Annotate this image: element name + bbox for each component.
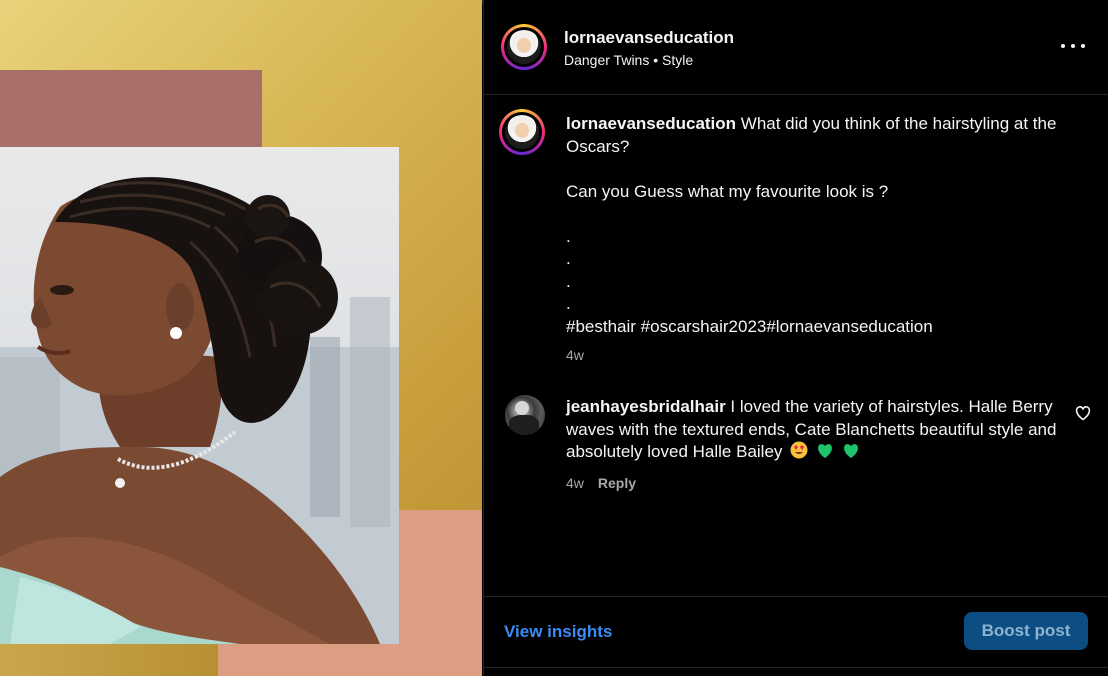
caption-dot: . [566, 226, 571, 246]
caption-author-avatar[interactable] [499, 109, 545, 155]
author-avatar[interactable] [501, 24, 547, 70]
commenter-username[interactable]: jeanhayesbridalhair [566, 397, 726, 416]
comment-meta: 4w Reply [566, 475, 636, 491]
post-caption: lornaevanseducation What did you think o… [566, 113, 1066, 338]
post-header: lornaevanseducation Danger Twins • Style [484, 0, 1108, 95]
caption-dot: . [566, 294, 571, 313]
reply-button[interactable]: Reply [598, 475, 636, 491]
author-username[interactable]: lornaevanseducation [564, 28, 734, 48]
portrait-photo [0, 147, 399, 644]
caption-timestamp[interactable]: 4w [566, 347, 584, 363]
post-audio-info: Danger Twins • Style [564, 52, 693, 68]
comment: jeanhayesbridalhair I loved the variety … [566, 396, 1058, 464]
caption-username[interactable]: lornaevanseducation [566, 114, 736, 133]
commenter-avatar[interactable] [505, 395, 545, 435]
like-comment-heart-icon[interactable] [1074, 405, 1092, 421]
separator: • [653, 52, 659, 68]
more-options-icon[interactable] [1060, 36, 1086, 56]
caption-hashtags[interactable]: #besthair #oscarshair2023#lornaevanseduc… [566, 316, 1066, 339]
view-insights-link[interactable]: View insights [504, 622, 612, 642]
post-details-panel: lornaevanseducation Danger Twins • Style… [483, 0, 1108, 676]
boost-post-button[interactable]: Boost post [964, 612, 1088, 650]
post-footer: View insights Boost post [484, 596, 1108, 668]
green-heart-emoji [843, 444, 858, 458]
comment-timestamp[interactable]: 4w [566, 475, 584, 491]
heart-eyes-emoji [790, 441, 808, 459]
caption-dot: . [566, 249, 571, 268]
post-category[interactable]: Style [662, 52, 693, 68]
caption-line-2: Can you Guess what my favourite look is … [566, 181, 889, 201]
post-image[interactable] [0, 0, 482, 676]
gold-color-block [0, 640, 218, 676]
caption-dot: . [566, 271, 571, 291]
audio-title[interactable]: Danger Twins [564, 52, 649, 68]
portrait-illustration [0, 177, 399, 644]
green-heart-emoji [817, 444, 832, 458]
